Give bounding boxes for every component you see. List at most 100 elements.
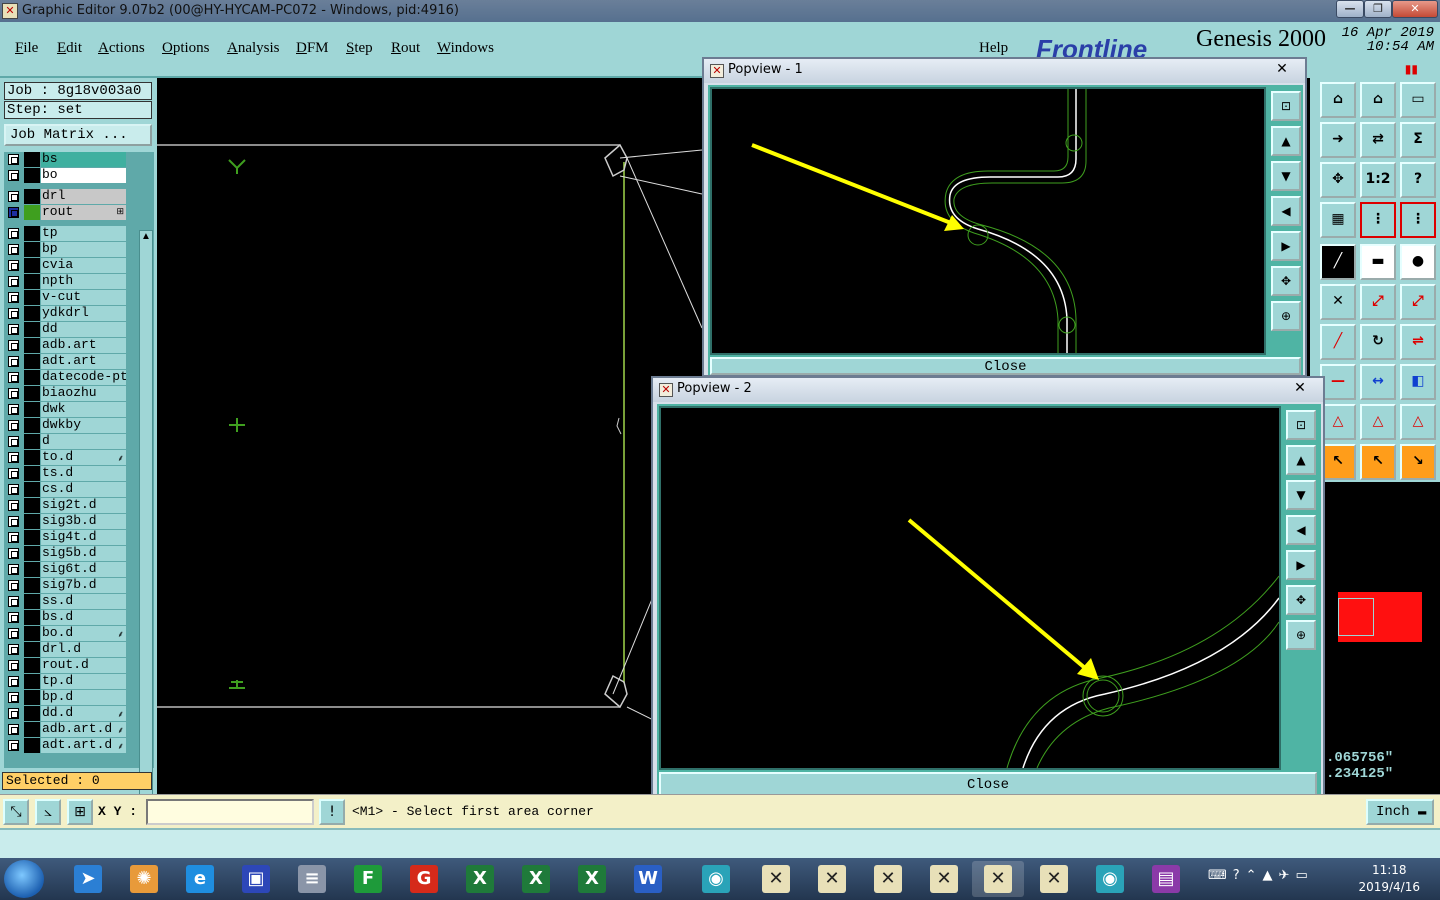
layer-scrollbar[interactable]: ▲ ▼ <box>139 230 153 844</box>
taskbar-app-word[interactable]: W <box>622 861 674 897</box>
grid-snap-icon[interactable]: ⊞ <box>67 799 93 825</box>
layer-checkbox[interactable] <box>8 564 19 575</box>
layer-checkbox[interactable] <box>8 244 19 255</box>
layer-checkbox[interactable] <box>8 580 19 591</box>
tool-line-icon[interactable]: ╱ <box>1320 244 1356 280</box>
tool-triangle-line-icon[interactable]: △ <box>1400 404 1436 440</box>
tool-house-icon[interactable]: ⌂ <box>1360 82 1396 118</box>
layer-checkbox[interactable] <box>8 548 19 559</box>
pv2-down-icon[interactable]: ▼ <box>1286 480 1316 510</box>
pv2-right-icon[interactable]: ▶ <box>1286 550 1316 580</box>
taskbar-app-excel-1[interactable]: X <box>454 861 506 897</box>
layer-checkbox[interactable] <box>8 170 19 181</box>
layer-checkbox[interactable] <box>8 154 19 165</box>
layer-checkbox[interactable] <box>8 516 19 527</box>
layer-checkbox[interactable] <box>8 191 19 202</box>
taskbar-app-x-4[interactable]: ✕ <box>918 861 970 897</box>
tool-home-icon[interactable]: ⌂ <box>1320 82 1356 118</box>
layer-checkbox[interactable] <box>8 724 19 735</box>
layer-row[interactable]: sig3b.d <box>4 514 126 529</box>
taskbar-app-ie[interactable]: e <box>174 861 226 897</box>
layer-checkbox[interactable] <box>8 276 19 287</box>
layer-checkbox[interactable] <box>8 708 19 719</box>
popview-1-canvas[interactable] <box>710 87 1266 355</box>
layer-row[interactable]: sig2t.d <box>4 498 126 513</box>
taskbar-app-excel-2[interactable]: X <box>510 861 562 897</box>
layer-row[interactable]: npth <box>4 274 126 289</box>
layer-checkbox[interactable] <box>8 308 19 319</box>
menu-file[interactable]: File <box>15 40 38 57</box>
tool-sigma-icon[interactable]: Σ <box>1400 122 1436 158</box>
layer-row[interactable]: rout ⊞ <box>4 205 126 220</box>
alert-icon[interactable]: ! <box>319 799 345 825</box>
taskbar-app-x-6[interactable]: ✕ <box>1028 861 1080 897</box>
maximize-button[interactable]: ❐ <box>1364 0 1392 18</box>
layer-row[interactable]: dwk <box>4 402 126 417</box>
layer-row[interactable]: bp.d <box>4 690 126 705</box>
units-selector[interactable]: Inch ▬ <box>1366 799 1434 825</box>
close-window-button[interactable]: ✕ <box>1392 0 1438 18</box>
minimize-button[interactable]: — <box>1336 0 1364 18</box>
layer-row[interactable]: adt.art <box>4 354 126 369</box>
layer-checkbox[interactable] <box>8 484 19 495</box>
layer-checkbox[interactable] <box>8 260 19 271</box>
tool-ruler-icon[interactable]: ▬ <box>1360 244 1396 280</box>
layer-row[interactable]: adb.art.d ⸙ <box>4 722 126 737</box>
layer-checkbox[interactable] <box>8 207 19 218</box>
tool-snap-alt-icon[interactable]: ⋮ <box>1400 202 1436 238</box>
tool-triangle-alt-icon[interactable]: △ <box>1360 404 1396 440</box>
layer-row[interactable]: ts.d <box>4 466 126 481</box>
zoom-area-icon[interactable]: ⤡ <box>3 799 29 825</box>
pv1-left-icon[interactable]: ◀ <box>1271 196 1301 226</box>
taskbar-app-g[interactable]: G <box>398 861 450 897</box>
layer-checkbox[interactable] <box>8 500 19 511</box>
job-matrix-button[interactable]: Job Matrix ... <box>4 124 152 146</box>
layer-checkbox[interactable] <box>8 324 19 335</box>
layer-checkbox[interactable] <box>8 468 19 479</box>
tool-move-right-icon[interactable]: ➜ <box>1320 122 1356 158</box>
layer-row[interactable]: v-cut <box>4 290 126 305</box>
tool-triangle-icon[interactable]: △ <box>1320 404 1356 440</box>
layer-row[interactable]: sig6t.d <box>4 562 126 577</box>
taskbar-app-x-2[interactable]: ✕ <box>806 861 858 897</box>
layer-row[interactable]: dd <box>4 322 126 337</box>
taskbar-app-excel-3[interactable]: X <box>566 861 618 897</box>
tool-fit-icon[interactable]: ✥ <box>1320 162 1356 198</box>
layer-row[interactable]: ydkdrl <box>4 306 126 321</box>
tool-select-icon[interactable]: ↖ <box>1320 444 1356 480</box>
taskbar-app-bird[interactable]: ➤ <box>62 861 114 897</box>
tool-mirror-icon[interactable]: ⇄ <box>1360 122 1396 158</box>
taskbar-app-x-3[interactable]: ✕ <box>862 861 914 897</box>
layer-row[interactable]: bs <box>4 152 126 167</box>
pv1-up-icon[interactable]: ▲ <box>1271 126 1301 156</box>
layer-row[interactable]: dwkby <box>4 418 126 433</box>
layer-row[interactable]: sig5b.d <box>4 546 126 561</box>
graphic-canvas[interactable] <box>157 78 710 794</box>
layer-row[interactable]: rout.d <box>4 658 126 673</box>
tool-one-to-two-icon[interactable]: 1:2 <box>1360 162 1396 198</box>
pv2-center-icon[interactable]: ⊕ <box>1286 620 1316 650</box>
layer-checkbox[interactable] <box>8 292 19 303</box>
layer-checkbox[interactable] <box>8 628 19 639</box>
tool-window-icon[interactable]: ▭ <box>1400 82 1436 118</box>
taskbar-app-x-5-active[interactable]: ✕ <box>972 861 1024 897</box>
layer-checkbox[interactable] <box>8 388 19 399</box>
layer-checkbox[interactable] <box>8 596 19 607</box>
tool-span-icon[interactable]: ↔ <box>1360 364 1396 400</box>
layer-row[interactable]: bp <box>4 242 126 257</box>
layer-row[interactable]: d <box>4 434 126 449</box>
menu-help[interactable]: Help <box>979 40 1008 57</box>
layer-row[interactable]: tp.d <box>4 674 126 689</box>
layer-row[interactable]: dd.d ⸙ <box>4 706 126 721</box>
layer-checkbox[interactable] <box>8 644 19 655</box>
layer-checkbox[interactable] <box>8 420 19 431</box>
menu-options[interactable]: Options <box>162 40 210 57</box>
layer-row[interactable]: adb.art <box>4 338 126 353</box>
tool-flip-icon[interactable]: ⇌ <box>1400 324 1436 360</box>
layer-row[interactable]: tp <box>4 226 126 241</box>
layer-checkbox[interactable] <box>8 228 19 239</box>
layer-checkbox[interactable] <box>8 692 19 703</box>
pv2-up-icon[interactable]: ▲ <box>1286 445 1316 475</box>
layer-checkbox[interactable] <box>8 612 19 623</box>
layer-checkbox[interactable] <box>8 676 19 687</box>
